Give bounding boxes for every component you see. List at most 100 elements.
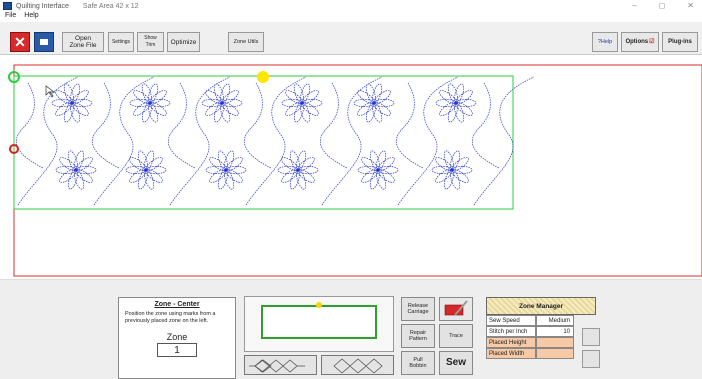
- safe-area-border: [13, 64, 702, 277]
- vine: [397, 76, 459, 206]
- vine: [93, 76, 155, 206]
- stitch-per-inch-label: Stitch per Inch: [486, 326, 536, 337]
- diamond-row-icon: [249, 359, 305, 373]
- canvas-svg: [8, 64, 702, 277]
- help-button[interactable]: ?Help: [592, 32, 618, 52]
- petal: [225, 157, 243, 172]
- petal: [372, 83, 383, 104]
- petal: [296, 150, 307, 171]
- minimize-icon[interactable]: –: [632, 1, 636, 10]
- window-controls: – ◻ ✕: [632, 1, 694, 10]
- stitch-per-inch-value[interactable]: 10: [536, 326, 574, 337]
- vine: [245, 76, 307, 206]
- petal: [71, 90, 89, 105]
- zone-number-field[interactable]: 1: [157, 343, 197, 357]
- petal: [443, 169, 454, 190]
- app-icon: [3, 2, 12, 10]
- quilt-pattern: [16, 76, 535, 206]
- petal: [454, 83, 465, 104]
- menu-bar: File Help: [0, 12, 702, 22]
- close-pattern-button[interactable]: ✕: [10, 32, 30, 52]
- vine: [396, 82, 424, 169]
- vine: [169, 76, 231, 206]
- petal: [74, 150, 85, 171]
- petal: [365, 102, 376, 123]
- petal: [301, 90, 319, 105]
- petal: [300, 83, 311, 104]
- petal: [377, 157, 395, 172]
- placed-width-value[interactable]: [536, 348, 574, 359]
- pattern-left-button[interactable]: [244, 355, 317, 375]
- save-button[interactable]: [34, 32, 54, 52]
- vine: [473, 76, 535, 206]
- tools-button[interactable]: [439, 297, 473, 321]
- sew-button[interactable]: Sew: [439, 351, 473, 375]
- petal: [149, 90, 167, 105]
- bottom-panel: Zone - Center Position the zone using ma…: [0, 279, 702, 379]
- vine: [17, 76, 79, 206]
- options-check-icon: ☑: [649, 38, 655, 45]
- zone-info-panel: Zone - Center Position the zone using ma…: [118, 297, 236, 379]
- zone-manager-title: Zone Manager: [486, 297, 596, 315]
- preview-marker: [316, 302, 322, 308]
- optimize-button[interactable]: Optimize: [167, 32, 200, 52]
- window-subtitle: Safe Area 42 x 12: [82, 2, 139, 10]
- petal: [67, 169, 78, 190]
- toolbox-icon: [444, 300, 468, 316]
- petal: [373, 90, 391, 105]
- petal: [297, 157, 315, 172]
- menu-help[interactable]: Help: [24, 12, 38, 22]
- x-icon: ✕: [14, 33, 26, 50]
- petal: [70, 83, 81, 104]
- options-button[interactable]: Options ☑: [621, 32, 659, 52]
- sew-speed-label: Sew Speed: [486, 315, 536, 326]
- zone-info-description: Position the zone using marks from a pre…: [125, 311, 216, 324]
- placed-width-row: Placed Width: [486, 348, 596, 359]
- zone-utils-button[interactable]: Zone Utils: [228, 32, 264, 52]
- placed-height-row: Placed Height: [486, 337, 596, 348]
- maximize-icon[interactable]: ◻: [659, 1, 666, 10]
- vine: [16, 82, 44, 169]
- petal: [213, 102, 224, 123]
- petal: [63, 102, 74, 123]
- close-window-icon[interactable]: ✕: [687, 1, 694, 10]
- trace-button[interactable]: Trace: [439, 324, 473, 348]
- petal: [450, 150, 461, 171]
- vine: [244, 82, 272, 169]
- petal: [145, 157, 163, 172]
- vine: [472, 82, 500, 169]
- preview-zone-box: [261, 305, 377, 339]
- zone-manager-settings-button[interactable]: [582, 328, 600, 346]
- stitch-per-inch-row: Stitch per Inch 10: [486, 326, 596, 337]
- petal: [75, 157, 93, 172]
- pull-bobbin-button[interactable]: Pull Bobbin: [401, 351, 435, 375]
- title-bar: Quilting Interface Safe Area 42 x 12 – ◻…: [0, 0, 702, 12]
- show-trim-button[interactable]: Show Trim: [137, 32, 164, 52]
- release-carriage-button[interactable]: Release Carriage: [401, 297, 435, 321]
- placed-height-value[interactable]: [536, 337, 574, 348]
- pattern-right-button[interactable]: [321, 355, 394, 375]
- placed-height-label: Placed Height: [486, 337, 536, 348]
- open-zone-file-button[interactable]: Open Zone File: [62, 32, 104, 52]
- options-label: Options: [625, 38, 649, 45]
- petal: [217, 169, 228, 190]
- settings-button[interactable]: Settings: [108, 32, 134, 52]
- petal: [137, 169, 148, 190]
- petal: [369, 169, 380, 190]
- petal: [220, 83, 231, 104]
- yellow-marker[interactable]: [257, 71, 269, 83]
- placed-width-label: Placed Width: [486, 348, 536, 359]
- sew-speed-value[interactable]: Medium: [536, 315, 574, 326]
- menu-file[interactable]: File: [5, 12, 16, 22]
- settings-label: Settings: [111, 38, 131, 45]
- zone-manager: Zone Manager Sew Speed Medium Stitch per…: [486, 297, 600, 375]
- window-title: Quilting Interface: [16, 2, 69, 10]
- vine: [321, 76, 383, 206]
- quilt-canvas[interactable]: [0, 54, 702, 279]
- sew-speed-row: Sew Speed Medium: [486, 315, 596, 326]
- plugins-button[interactable]: Plug-ins: [662, 32, 698, 52]
- zone-preview[interactable]: [244, 296, 394, 352]
- zone-manager-star-button[interactable]: [582, 350, 600, 368]
- zone-info-title: Zone - Center: [154, 301, 200, 308]
- repair-pattern-button[interactable]: Repair Pattern: [401, 324, 435, 348]
